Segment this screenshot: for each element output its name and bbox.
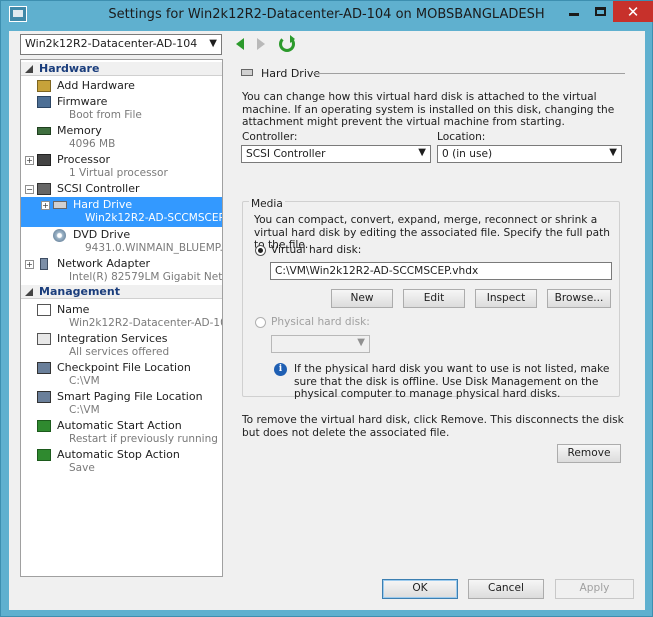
settings-tree: Hardware Add Hardware Firmware Boot from… [20, 59, 223, 577]
window-title: Settings for Win2k12R2-Datacenter-AD-104… [108, 7, 545, 22]
inspect-button[interactable]: Inspect [475, 289, 537, 308]
dialog-client: Win2k12R2-Datacenter-AD-104 ▼ Hardware A… [9, 31, 645, 610]
tree-item-scsi-controller[interactable]: − SCSI Controller [21, 181, 222, 197]
info-icon: i [274, 363, 287, 376]
physical-disk-info-text: If the physical hard disk you want to us… [294, 363, 610, 400]
chevron-down-icon: ▼ [209, 38, 217, 49]
new-button[interactable]: New [331, 289, 393, 308]
hard-drive-icon [241, 69, 253, 76]
browse-button[interactable]: Browse... [547, 289, 611, 308]
collapse-triangle-icon[interactable] [25, 288, 33, 296]
edit-button[interactable]: Edit [403, 289, 465, 308]
intro-text: You can change how this virtual hard dis… [242, 91, 615, 128]
maximize-button[interactable] [587, 1, 613, 22]
tree-item-name[interactable]: Name Win2k12R2-Datacenter-AD-104 [21, 302, 222, 331]
collapse-triangle-icon[interactable] [25, 65, 33, 73]
controller-value: SCSI Controller [246, 148, 326, 160]
automatic-stop-icon [37, 449, 51, 461]
chevron-down-icon: ▼ [357, 337, 365, 348]
scsi-controller-icon [37, 183, 51, 195]
vm-selector[interactable]: Win2k12R2-Datacenter-AD-104 ▼ [20, 34, 222, 55]
remove-button[interactable]: Remove [557, 444, 621, 463]
management-section-header[interactable]: Management [21, 285, 222, 299]
tree-item-firmware[interactable]: Firmware Boot from File [21, 94, 222, 123]
minimize-button[interactable] [561, 1, 587, 22]
media-group-label: Media [249, 198, 285, 211]
location-value: 0 (in use) [442, 148, 493, 160]
settings-window: Settings for Win2k12R2-Datacenter-AD-104… [0, 0, 653, 617]
tree-item-memory[interactable]: Memory 4096 MB [21, 123, 222, 152]
dvd-drive-icon [53, 229, 66, 242]
virtual-hard-disk-label[interactable]: Virtual hard disk: [271, 244, 361, 257]
checkpoint-icon [37, 362, 51, 374]
network-adapter-icon [40, 258, 48, 270]
controller-label: Controller: [242, 131, 298, 143]
tree-item-processor[interactable]: + Processor 1 Virtual processor [21, 152, 222, 181]
expand-plus-icon[interactable]: + [25, 156, 34, 165]
chevron-down-icon: ▼ [418, 147, 426, 158]
physical-hard-disk-dropdown[interactable]: ▼ [271, 335, 370, 353]
physical-hard-disk-label[interactable]: Physical hard disk: [271, 316, 370, 329]
name-icon [37, 304, 51, 316]
panel-title-divider [313, 73, 625, 74]
apply-button[interactable]: Apply [555, 579, 634, 599]
forward-arrow-icon[interactable] [254, 37, 268, 51]
hard-drive-icon [53, 201, 67, 209]
minimize-icon [569, 13, 579, 16]
hardware-section-header[interactable]: Hardware [21, 62, 222, 76]
virtual-hard-disk-path-input[interactable]: C:\VM\Win2k12R2-AD-SCCMSCEP.vhdx [270, 262, 612, 280]
physical-hard-disk-radio[interactable] [255, 317, 266, 328]
tree-item-hard-drive[interactable]: + Hard Drive Win2k12R2-AD-SCCMSCEP.vhdx [21, 197, 222, 227]
close-icon: ✕ [626, 2, 640, 21]
firmware-icon [37, 96, 51, 108]
virtual-hard-disk-radio[interactable] [255, 245, 266, 256]
expand-plus-icon[interactable]: + [41, 201, 50, 210]
processor-icon [37, 154, 51, 166]
cancel-button[interactable]: Cancel [468, 579, 544, 599]
smart-paging-icon [37, 391, 51, 403]
tree-item-automatic-stop-action[interactable]: Automatic Stop Action Save [21, 447, 222, 476]
title-bar[interactable]: Settings for Win2k12R2-Datacenter-AD-104… [1, 1, 653, 31]
tree-item-checkpoint-location[interactable]: Checkpoint File Location C:\VM [21, 360, 222, 389]
tree-item-smart-paging-location[interactable]: Smart Paging File Location C:\VM [21, 389, 222, 418]
maximize-icon [594, 7, 606, 16]
collapse-minus-icon[interactable]: − [25, 185, 34, 194]
ok-button[interactable]: OK [382, 579, 458, 599]
expand-plus-icon[interactable]: + [25, 260, 34, 269]
tree-item-automatic-start-action[interactable]: Automatic Start Action Restart if previo… [21, 418, 222, 447]
location-dropdown[interactable]: 0 (in use) ▼ [437, 145, 622, 163]
integration-services-icon [37, 333, 51, 345]
tree-item-dvd-drive[interactable]: DVD Drive 9431.0.WINMAIN_BLUEMP.13... [21, 227, 222, 256]
automatic-start-icon [37, 420, 51, 432]
remove-instructions: To remove the virtual hard disk, click R… [242, 414, 624, 439]
vm-selector-value: Win2k12R2-Datacenter-AD-104 [25, 37, 198, 50]
close-button[interactable]: ✕ [613, 1, 653, 22]
add-hardware-icon [37, 80, 51, 92]
panel-title: Hard Drive [261, 67, 321, 80]
hard-drive-panel: Hard Drive You can change how this virtu… [229, 59, 635, 577]
tree-item-integration-services[interactable]: Integration Services All services offere… [21, 331, 222, 360]
location-label: Location: [437, 131, 486, 143]
chevron-down-icon: ▼ [609, 147, 617, 158]
controller-dropdown[interactable]: SCSI Controller ▼ [241, 145, 431, 163]
memory-icon [37, 127, 51, 135]
tree-item-network-adapter[interactable]: + Network Adapter Intel(R) 82579LM Gigab… [21, 256, 222, 285]
refresh-icon[interactable] [279, 35, 295, 52]
back-arrow-icon[interactable] [234, 37, 248, 51]
